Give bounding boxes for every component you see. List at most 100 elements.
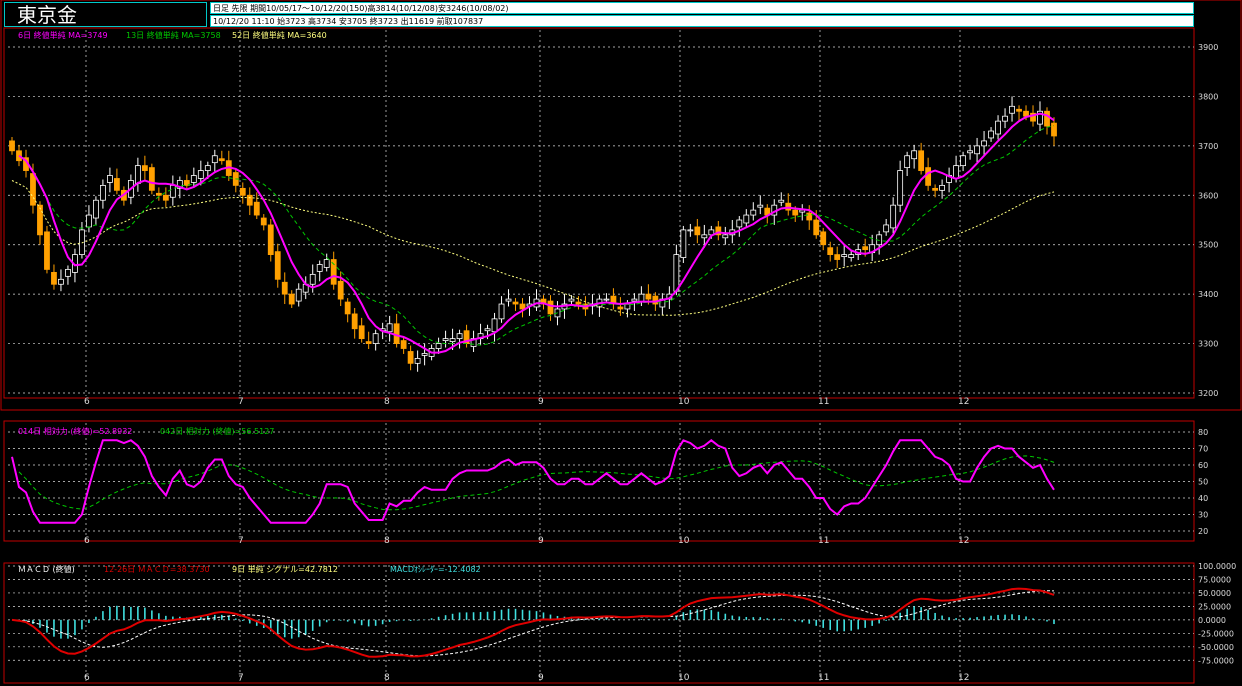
candle-body [519, 303, 526, 310]
candle-body [883, 224, 890, 233]
candle-body [421, 353, 428, 356]
signal-line [11, 590, 1055, 657]
rsi-tick-label: 30 [1198, 511, 1208, 520]
candle-body [988, 130, 994, 139]
price-tick-label: 3200 [1198, 389, 1218, 398]
candle-body [211, 155, 218, 164]
candle-body [79, 229, 85, 255]
candle-body [86, 214, 92, 228]
candle-body [645, 293, 652, 300]
candle-body [351, 313, 358, 330]
candle-body [100, 184, 106, 201]
month-tick-label: 11 [818, 673, 829, 683]
candle-body [323, 259, 330, 268]
price-panel-frame [3, 27, 1195, 399]
price-tick-label: 3400 [1198, 290, 1218, 299]
candle-body [365, 341, 372, 344]
candle-body [841, 254, 848, 257]
candle-body [148, 167, 155, 191]
candle-body [288, 293, 295, 305]
candle-body [107, 175, 113, 183]
month-tick-label: 7 [238, 536, 244, 546]
candle-body [1023, 110, 1029, 117]
candle-body [939, 184, 946, 191]
candle-body [603, 298, 610, 301]
macd-panel-frame [3, 562, 1195, 684]
candle-body [372, 333, 379, 344]
month-tick-label: 6 [84, 673, 90, 683]
candle-body [30, 173, 36, 206]
candle-body [1044, 110, 1050, 127]
candle-body [1002, 115, 1008, 122]
candle-body [792, 209, 799, 216]
price-tick-label: 3500 [1198, 241, 1218, 250]
legend-rsi14: 014日 相対力 (終値)=52.8932 [18, 426, 132, 436]
rsi-tick-label: 50 [1198, 478, 1208, 487]
candle-body [358, 325, 365, 340]
candle-body [617, 306, 624, 310]
ma6-line [18, 112, 1055, 354]
candle-body [246, 194, 253, 206]
candle-body [239, 187, 246, 196]
rsi-tick-label: 20 [1198, 527, 1208, 536]
candle-body [253, 201, 260, 216]
rsi-tick-label: 40 [1198, 494, 1208, 503]
candle-body [498, 303, 505, 320]
candle-body [267, 224, 274, 255]
candle-body [995, 120, 1001, 135]
candle-body [51, 271, 57, 285]
candle-body [407, 351, 414, 364]
month-tick-label: 12 [958, 673, 969, 683]
candle-body [575, 301, 582, 305]
candle-body [897, 170, 904, 206]
chart-svg[interactable]: 6 6 6 7 7 7 8 8 8 9 9 9 10 10 10 11 11 11 12 12 12 3900 3800 37… [0, 0, 1242, 686]
candle-body [281, 281, 288, 295]
candle-body [722, 234, 729, 239]
candle-body [141, 165, 148, 171]
candle-body [316, 264, 323, 272]
month-tick-label: 8 [384, 673, 390, 683]
candle-body [631, 298, 638, 302]
candle-body [37, 204, 43, 236]
candle-body [547, 300, 554, 315]
candle-body [400, 340, 407, 349]
candle-body [687, 229, 694, 232]
legend-oscillator: MACDｵｼﾚｰﾀｰ=-12.4082 [390, 565, 481, 574]
legend-signal: 9日 単純 シグナル=42.7812 [232, 564, 338, 574]
month-tick-label: 8 [384, 397, 390, 407]
macd-tick-label: -75.0000 [1198, 656, 1234, 665]
candle-body [890, 204, 897, 229]
month-tick-label: 11 [818, 397, 829, 407]
candle-body [967, 150, 973, 154]
candle-body [932, 187, 939, 191]
month-tick-label: 12 [958, 536, 969, 546]
candle-body [904, 155, 911, 169]
candle-body [169, 184, 176, 198]
candle-body [260, 217, 267, 226]
month-tick-label: 6 [84, 536, 90, 546]
month-tick-label: 10 [678, 536, 690, 546]
month-tick-label: 9 [538, 673, 544, 683]
candle-body [750, 209, 757, 216]
price-tick-label: 3300 [1198, 340, 1218, 349]
candle-body [190, 175, 197, 183]
candle-body [330, 259, 337, 285]
candle-body [834, 254, 841, 260]
month-tick-label: 7 [238, 397, 244, 407]
candle-body [386, 323, 393, 333]
month-tick-label: 8 [384, 536, 390, 546]
month-tick-label: 6 [84, 397, 90, 407]
month-tick-label: 9 [538, 397, 544, 407]
month-tick-label: 10 [678, 673, 690, 683]
month-tick-label: 10 [678, 397, 690, 407]
rsi-panel-frame [3, 420, 1195, 542]
legend-ma6: 6日 終値単純 MA=3749 [18, 30, 108, 40]
candle-body [694, 226, 701, 236]
macd-tick-label: 75.0000 [1198, 575, 1231, 584]
legend-macd: 12-26日 ＭＡＣＤ=38.3730 [104, 565, 210, 574]
candle-body [309, 273, 316, 285]
candle-body [701, 234, 708, 239]
candle-body [680, 229, 687, 258]
candle-body [93, 199, 99, 219]
candle-body [204, 165, 211, 171]
